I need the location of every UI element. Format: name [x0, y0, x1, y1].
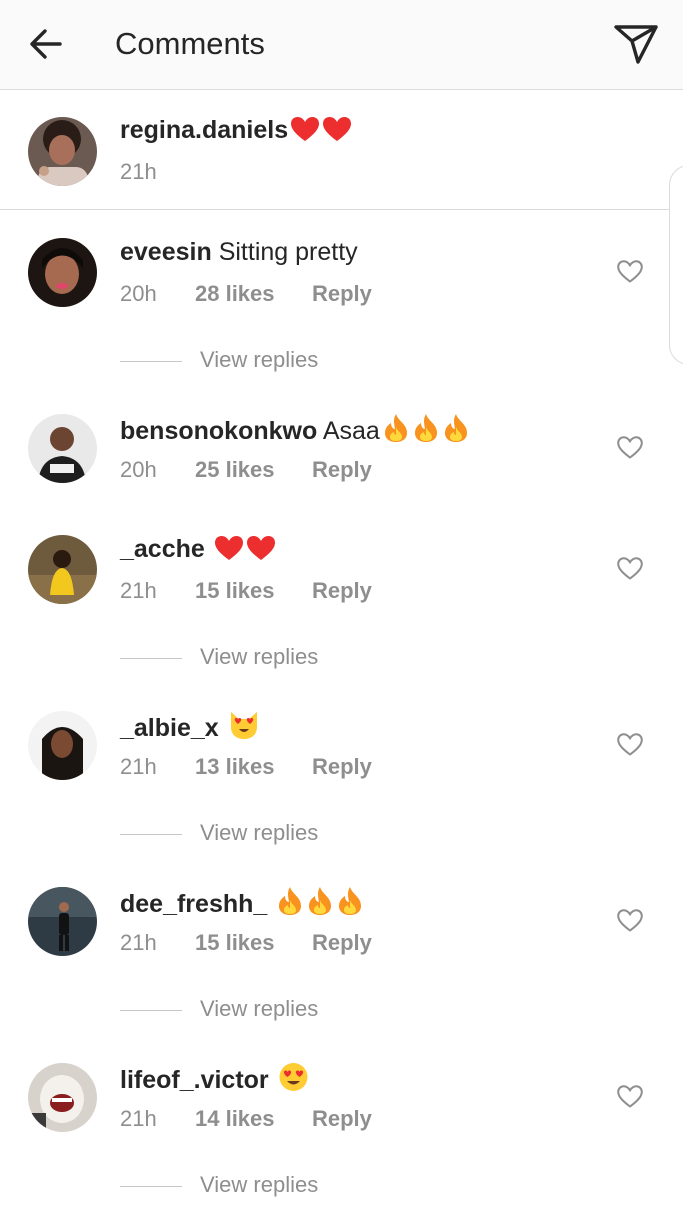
view-replies-label: View replies [200, 644, 319, 669]
arrow-left-icon [30, 29, 62, 59]
comment-username[interactable]: dee_freshh_ [120, 890, 267, 918]
red-heart-emoji [290, 116, 320, 149]
view-replies-button[interactable]: View replies [120, 820, 318, 846]
comment-time: 21h [120, 578, 157, 603]
avatar[interactable] [28, 117, 97, 186]
comment-username[interactable]: _albie_x [120, 714, 219, 742]
reply-button[interactable]: Reply [312, 457, 372, 483]
reply-button[interactable]: Reply [312, 281, 372, 307]
red-heart-emoji [322, 116, 352, 149]
like-button[interactable] [614, 905, 646, 935]
comment-item: lifeof_.victor 21h 14 likes Reply View rep… [0, 1035, 683, 1211]
share-button[interactable] [610, 20, 662, 68]
comment-time: 20h [120, 281, 157, 306]
reply-button[interactable]: Reply [312, 930, 372, 956]
fire-emoji [382, 413, 410, 450]
avatar[interactable] [28, 414, 97, 483]
comment-item: eveesin Sitting pretty 20h 28 likes Reply … [0, 210, 683, 386]
comment-username[interactable]: regina.daniels [120, 116, 288, 144]
view-replies-label: View replies [200, 347, 319, 372]
like-button[interactable] [614, 1081, 646, 1111]
post-caption: regina.daniels 21h [0, 90, 683, 210]
comment-time: 21h [120, 930, 157, 955]
likes-count[interactable]: 13 likes [195, 754, 312, 780]
heart-outline-icon [617, 556, 643, 580]
view-replies-label: View replies [200, 1172, 319, 1197]
replies-divider [120, 833, 182, 835]
likes-count[interactable]: 14 likes [195, 1106, 312, 1132]
view-replies-label: View replies [200, 996, 319, 1021]
avatar[interactable] [28, 238, 97, 307]
comment-time: 20h [120, 457, 157, 482]
avatar[interactable] [28, 1063, 97, 1132]
heart-eyes-cat-emoji [228, 710, 260, 747]
heart-outline-icon [617, 908, 643, 932]
replies-divider [120, 360, 182, 362]
comment-username[interactable]: eveesin [120, 238, 212, 266]
heart-outline-icon [617, 259, 643, 283]
view-replies-label: View replies [200, 820, 319, 845]
comment-item: bensonokonkwo Asaa 20h 25 likes Reply [0, 386, 683, 507]
likes-count[interactable]: 28 likes [195, 281, 312, 307]
comment-item: dee_freshh_ 21h 15 likes Reply View replie… [0, 859, 683, 1035]
like-button[interactable] [614, 256, 646, 286]
reply-button[interactable]: Reply [312, 754, 372, 780]
heart-eyes-emoji [278, 1062, 309, 1099]
avatar[interactable] [28, 711, 97, 780]
view-replies-button[interactable]: View replies [120, 996, 318, 1022]
fire-emoji [336, 886, 364, 923]
likes-count[interactable]: 15 likes [195, 930, 312, 956]
comment-text: Sitting pretty [218, 238, 358, 266]
comment-time: 21h [120, 754, 157, 779]
heart-outline-icon [617, 435, 643, 459]
view-replies-button[interactable]: View replies [120, 1172, 318, 1198]
comment-time: 21h [120, 159, 157, 184]
back-button[interactable] [26, 24, 66, 64]
page-title: Comments [115, 26, 265, 61]
likes-count[interactable]: 15 likes [195, 578, 312, 604]
replies-divider [120, 1009, 182, 1011]
fire-emoji [276, 886, 304, 923]
reply-button[interactable]: Reply [312, 578, 372, 604]
comment-time: 21h [120, 1106, 157, 1131]
comment-username[interactable]: lifeof_.victor [120, 1066, 269, 1094]
likes-count[interactable]: 25 likes [195, 457, 312, 483]
top-bar: Comments [0, 0, 683, 90]
view-replies-button[interactable]: View replies [120, 644, 318, 670]
red-heart-emoji [246, 535, 276, 568]
comment-item: _albie_x 21h 13 likes Reply View replies [0, 683, 683, 859]
comment-username[interactable]: _acche [120, 535, 205, 563]
heart-outline-icon [617, 732, 643, 756]
comment-username[interactable]: bensonokonkwo [120, 417, 317, 445]
heart-outline-icon [617, 1084, 643, 1108]
like-button[interactable] [614, 553, 646, 583]
replies-divider [120, 657, 182, 659]
reply-button[interactable]: Reply [312, 1106, 372, 1132]
like-button[interactable] [614, 432, 646, 462]
fire-emoji [306, 886, 334, 923]
fire-emoji [412, 413, 440, 450]
view-replies-button[interactable]: View replies [120, 347, 318, 373]
fire-emoji [442, 413, 470, 450]
avatar[interactable] [28, 887, 97, 956]
paper-plane-icon [614, 25, 658, 64]
like-button[interactable] [614, 729, 646, 759]
avatar[interactable] [28, 535, 97, 604]
red-heart-emoji [214, 535, 244, 568]
comment-item: _acche 21h 15 likes Reply View replies [0, 507, 683, 683]
comment-text: Asaa [322, 417, 380, 445]
replies-divider [120, 1185, 182, 1187]
